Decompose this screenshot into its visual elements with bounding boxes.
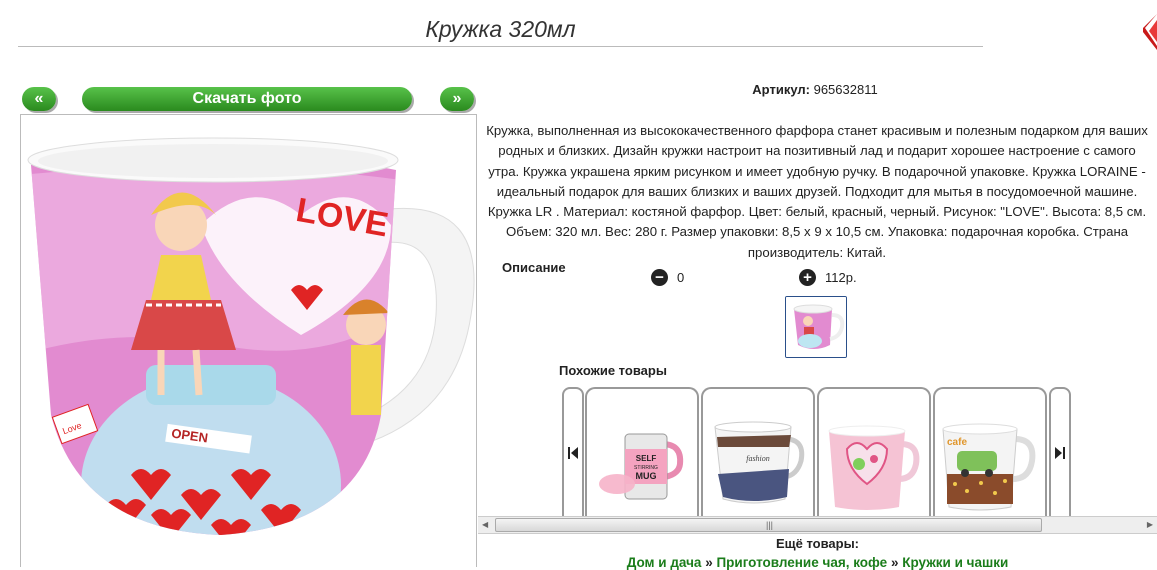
similar-products-carousel: SELF STIRRING MUG fashion cafe xyxy=(478,385,1157,517)
scroll-right-icon[interactable]: ▶ xyxy=(1147,519,1153,531)
carousel-next-button[interactable] xyxy=(1049,387,1071,517)
minus-icon[interactable]: − xyxy=(651,269,668,286)
article-value: 965632811 xyxy=(813,82,878,97)
next-arrow-icon xyxy=(1055,447,1065,459)
more-products-title: Ещё товары: xyxy=(775,536,860,551)
card-print-fashion: fashion xyxy=(746,454,770,463)
breadcrumb-separator: » xyxy=(705,555,713,570)
breadcrumb-link[interactable]: Дом и дача xyxy=(627,555,702,570)
breadcrumb: Дом и дача » Приготовление чая, кофе » К… xyxy=(478,555,1157,570)
prev-photo-button[interactable]: « xyxy=(22,87,56,111)
carousel-prev-button[interactable] xyxy=(562,387,584,517)
download-photo-button[interactable]: Скачать фото xyxy=(82,87,412,111)
description-label: Описание xyxy=(502,260,566,275)
article-row: Артикул: 965632811 xyxy=(482,82,1148,97)
similar-product-card[interactable]: fashion xyxy=(701,387,815,517)
card-print-line1: SELF xyxy=(636,454,657,463)
similar-product-card[interactable]: SELF STIRRING MUG xyxy=(585,387,699,517)
plus-icon[interactable]: + xyxy=(799,269,816,286)
price-row: + 112р. xyxy=(799,269,857,286)
mug-image: LOVE OPEN Love xyxy=(27,137,475,536)
article-label: Артикул: xyxy=(752,82,810,97)
scroll-left-icon[interactable]: ◀ xyxy=(482,519,488,531)
card-print-line3: MUG xyxy=(636,471,657,481)
quantity-value: 0 xyxy=(677,270,685,285)
similar-products-title: Похожие товары xyxy=(559,363,667,378)
prev-arrow-icon xyxy=(568,447,578,459)
similar-product-card[interactable] xyxy=(817,387,931,517)
product-photo: LOVE OPEN Love xyxy=(20,114,477,567)
product-description: Кружка, выполненная из высококачественно… xyxy=(486,123,1148,260)
scrollbar-thumb[interactable]: ||| xyxy=(495,518,1042,532)
breadcrumb-separator: » xyxy=(890,555,899,570)
price-value: 112р. xyxy=(825,270,857,285)
card-print-cafe: cafe xyxy=(947,437,967,448)
similar-product-card[interactable]: cafe xyxy=(933,387,1047,517)
next-photo-button[interactable]: » xyxy=(440,87,474,111)
breadcrumb-link[interactable]: Приготовление чая, кофе xyxy=(716,555,887,570)
page-title: Кружка 320мл xyxy=(18,12,983,47)
carousel-scrollbar[interactable]: ◀ ||| ▶ xyxy=(478,516,1157,534)
selected-thumbnail[interactable] xyxy=(785,296,847,358)
close-icon[interactable] xyxy=(1140,14,1157,50)
breadcrumb-link[interactable]: Кружки и чашки xyxy=(902,555,1008,570)
quantity-stepper: − 0 xyxy=(651,269,684,286)
